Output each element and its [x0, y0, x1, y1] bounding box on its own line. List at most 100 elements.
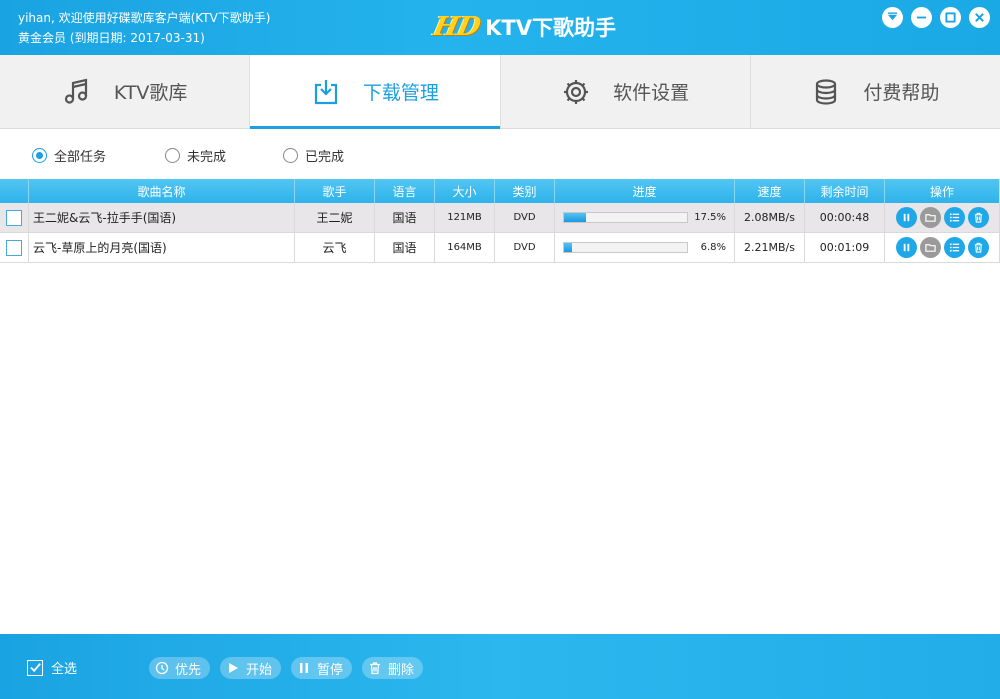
singer: 云飞 — [295, 233, 375, 262]
filter-incomplete[interactable]: 未完成 — [165, 146, 283, 165]
file-size: 121MB — [435, 203, 495, 232]
filter-label: 已完成 — [305, 150, 345, 165]
open-folder-button[interactable] — [919, 237, 941, 258]
table-row[interactable]: 云飞-草原上的月亮(国语) 云飞 国语 164MB DVD 6.8% 2.21M… — [0, 233, 1000, 263]
table-header: 歌曲名称 歌手 语言 大小 类别 进度 速度 剩余时间 操作 — [0, 179, 1000, 203]
minimize-icon — [916, 16, 927, 19]
tab-ktv-library[interactable]: KTV歌库 — [0, 55, 251, 128]
header-remaining-time[interactable]: 剩余时间 — [805, 179, 885, 203]
pause-button[interactable] — [895, 237, 917, 258]
tab-settings[interactable]: 软件设置 — [501, 55, 751, 128]
pause-all-button[interactable]: 暂停 — [291, 657, 353, 679]
start-label: 开始 — [246, 662, 273, 678]
radio-icon — [283, 148, 298, 163]
language: 国语 — [375, 233, 435, 262]
pause-icon — [903, 243, 909, 252]
header-operations: 操作 — [885, 179, 1000, 203]
start-button[interactable]: 开始 — [220, 657, 282, 679]
header-checkbox-col — [0, 179, 29, 203]
window-controls — [882, 7, 990, 28]
progress-fill — [564, 213, 586, 222]
trash-icon — [974, 242, 982, 253]
remaining-time: 00:01:09 — [805, 233, 885, 262]
app-logo: HD KTV下歌助手 — [431, 11, 616, 43]
title-bar: yihan, 欢迎使用好碟歌库客户端(KTV下歌助手) 黄金会员 (到期日期: … — [0, 0, 1000, 55]
maximize-button[interactable] — [940, 7, 961, 28]
play-icon — [229, 663, 239, 673]
priority-button[interactable]: 优先 — [149, 657, 211, 679]
details-button[interactable] — [943, 237, 965, 258]
row-checkbox-cell — [0, 233, 29, 262]
progress-bar — [563, 212, 688, 223]
download-speed: 2.21MB/s — [735, 233, 805, 262]
language: 国语 — [375, 203, 435, 232]
row-operations — [885, 233, 1000, 262]
list-icon — [949, 213, 959, 222]
filter-label: 全部任务 — [54, 150, 107, 165]
select-all-checkbox[interactable]: 全选 — [27, 658, 77, 677]
download-table: 歌曲名称 歌手 语言 大小 类别 进度 速度 剩余时间 操作 王二妮&云飞-拉手… — [0, 179, 1000, 263]
radio-icon — [165, 148, 180, 163]
bottom-toolbar: 全选 优先 开始 暂停 删除 — [0, 634, 1000, 699]
tab-label: 付费帮助 — [863, 82, 940, 104]
filter-completed[interactable]: 已完成 — [283, 146, 344, 165]
welcome-text: yihan, 欢迎使用好碟歌库客户端(KTV下歌助手) — [18, 11, 271, 25]
menu-dropdown-button[interactable] — [882, 7, 903, 28]
header-progress[interactable]: 进度 — [555, 179, 735, 203]
header-type[interactable]: 类别 — [495, 179, 555, 203]
music-note-icon — [64, 78, 87, 104]
delete-row-button[interactable] — [967, 207, 989, 228]
batch-actions: 优先 开始 暂停 删除 — [149, 657, 424, 679]
app-title: KTV下歌助手 — [485, 16, 616, 40]
progress-fill — [564, 243, 573, 252]
filter-label: 未完成 — [187, 150, 227, 165]
priority-label: 优先 — [175, 662, 202, 678]
header-language[interactable]: 语言 — [375, 179, 435, 203]
details-button[interactable] — [943, 207, 965, 228]
close-button[interactable] — [969, 7, 990, 28]
row-checkbox[interactable] — [6, 209, 22, 226]
file-type: DVD — [495, 233, 555, 262]
progress-text: 6.8% — [700, 242, 726, 253]
clock-icon — [155, 661, 169, 675]
checkmark-icon — [29, 663, 41, 673]
tab-label: 下载管理 — [362, 82, 439, 104]
header-speed[interactable]: 速度 — [735, 179, 805, 203]
download-icon — [314, 79, 337, 104]
song-name: 云飞-草原上的月亮(国语) — [29, 233, 295, 262]
filter-all-tasks[interactable]: 全部任务 — [32, 146, 165, 165]
trash-icon — [974, 212, 982, 223]
radio-selected-icon — [32, 148, 47, 163]
pause-button[interactable] — [895, 207, 917, 228]
select-all-label: 全选 — [51, 662, 78, 677]
song-name: 王二妮&云飞-拉手手(国语) — [29, 203, 295, 232]
pause-icon — [903, 213, 909, 222]
row-checkbox[interactable] — [6, 239, 22, 256]
progress-text: 17.5% — [694, 212, 726, 223]
header-singer[interactable]: 歌手 — [295, 179, 375, 203]
close-icon — [975, 13, 984, 22]
membership-text: 黄金会员 (到期日期: 2017-03-31) — [18, 31, 205, 45]
file-size: 164MB — [435, 233, 495, 262]
minimize-button[interactable] — [911, 7, 932, 28]
file-type: DVD — [495, 203, 555, 232]
tab-label: 软件设置 — [613, 82, 690, 104]
table-row[interactable]: 王二妮&云飞-拉手手(国语) 王二妮 国语 121MB DVD 17.5% 2.… — [0, 203, 1000, 233]
delete-row-button[interactable] — [967, 237, 989, 258]
delete-button[interactable]: 删除 — [362, 657, 424, 679]
header-size[interactable]: 大小 — [435, 179, 495, 203]
main-tabs: KTV歌库 下载管理 软件设置 付费帮助 — [0, 55, 1000, 129]
progress-cell: 6.8% — [555, 233, 735, 262]
task-filter-group: 全部任务 未完成 已完成 — [32, 146, 344, 165]
row-operations — [885, 203, 1000, 232]
open-folder-button[interactable] — [919, 207, 941, 228]
list-icon — [949, 243, 959, 252]
maximize-icon — [945, 12, 956, 23]
row-checkbox-cell — [0, 203, 29, 232]
header-song-name[interactable]: 歌曲名称 — [29, 179, 295, 203]
remaining-time: 00:00:48 — [805, 203, 885, 232]
tab-download-manager[interactable]: 下载管理 — [250, 55, 501, 129]
tab-payment-help[interactable]: 付费帮助 — [751, 55, 1000, 128]
user-info: yihan, 欢迎使用好碟歌库客户端(KTV下歌助手) 黄金会员 (到期日期: … — [18, 8, 270, 48]
progress-cell: 17.5% — [555, 203, 735, 232]
